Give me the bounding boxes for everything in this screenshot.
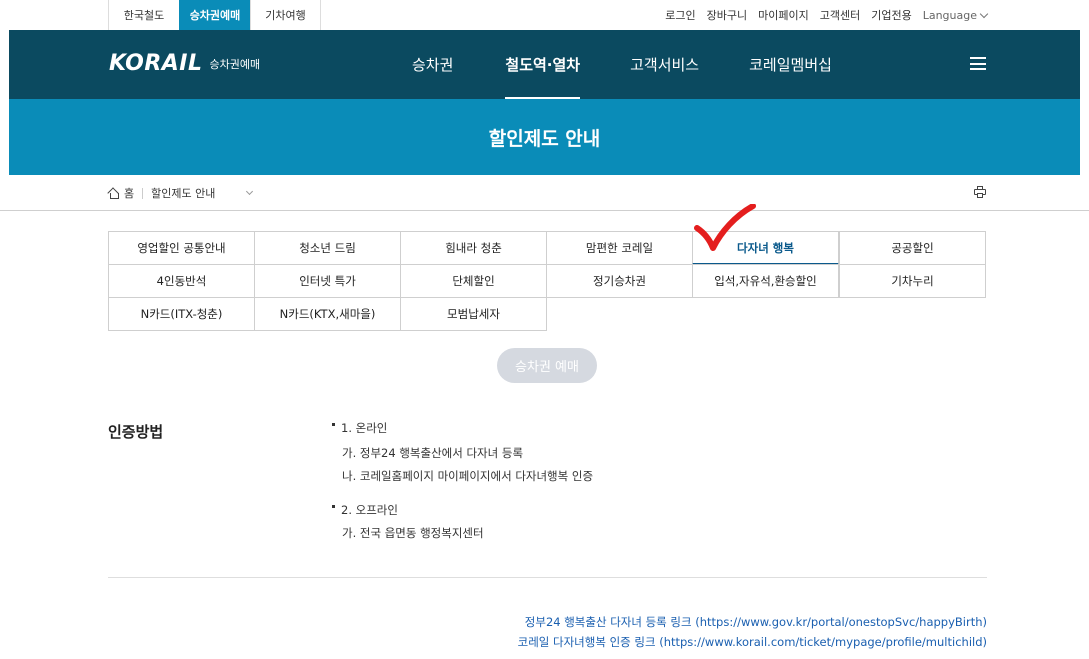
menu-membership[interactable]: 코레일멤버십 [749,30,832,99]
menu-customer-service[interactable]: 고객서비스 [630,30,699,99]
cart-link[interactable]: 장바구니 [707,7,747,23]
breadcrumb: 홈 할인제도 안내 [0,175,1089,211]
site-tabs: 한국철도 승차권예매 기차여행 [108,0,321,30]
page-banner: 할인제도 안내 [9,99,1080,175]
section-divider [108,577,987,578]
tab-common-discount[interactable]: 영업할인 공통안내 [108,231,255,265]
language-label: Language [922,8,977,22]
breadcrumb-current: 할인제도 안내 [151,187,216,200]
tab-group-discount[interactable]: 단체할인 [400,264,547,298]
site-tab-ticket[interactable]: 승차권예매 [179,0,250,30]
tab-internet-special[interactable]: 인터넷 특가 [254,264,401,298]
korail-logo[interactable]: KORAIL 승차권예매 [109,51,260,76]
section-title: 인증방법 [108,423,164,441]
print-icon[interactable] [974,186,986,198]
chevron-down-icon [979,9,989,18]
tab-standing-free-transfer[interactable]: 입석,자유석,환승할인 [692,264,839,298]
tab-family-seat[interactable]: 4인동반석 [108,264,255,298]
tab-youth-dream[interactable]: 청소년 드림 [254,231,401,265]
tab-ncard-ktx[interactable]: N카드(KTX,새마을) [254,297,401,331]
login-link[interactable]: 로그인 [665,7,695,23]
bullet-icon [332,505,335,508]
breadcrumb-home[interactable]: 홈 [124,185,134,201]
reference-links: 정부24 행복출산 다자녀 등록 링크 (https://www.gov.kr/… [518,612,987,652]
main-navigation: KORAIL 승차권예매 승차권 철도역·열차 고객서비스 코레일멤버십 [9,30,1080,99]
korail-multichild-link[interactable]: 코레일 다자녀행복 인증 링크 (https://www.korail.com/… [518,632,987,652]
tab-gichanuri[interactable]: 기차누리 [839,264,986,298]
tab-model-taxpayer[interactable]: 모범납세자 [400,297,547,331]
bullet-icon [332,423,335,426]
offline-item-1: 가. 전국 읍면동 행정복지센터 [342,526,484,540]
offline-heading-text: 2. 오프라인 [341,503,398,517]
site-tab-travel[interactable]: 기차여행 [250,0,321,30]
online-heading-text: 1. 온라인 [341,421,388,435]
tab-cheer-up-youth[interactable]: 힘내라 청춘 [400,231,547,265]
breadcrumb-dropdown[interactable]: 할인제도 안내 [151,185,254,201]
online-item-2: 나. 코레일홈페이지 마이페이지에서 다자녀행복 인증 [342,469,594,483]
tab-season-ticket[interactable]: 정기승차권 [546,264,693,298]
hamburger-menu-icon[interactable] [970,57,986,70]
breadcrumb-path: 홈 할인제도 안내 [108,175,254,211]
checkmark-icon [694,204,756,251]
page-title: 할인제도 안내 [488,127,601,150]
menu-station-train[interactable]: 철도역·열차 [505,30,580,99]
breadcrumb-separator [142,187,144,199]
online-heading: 1. 온라인 [332,420,387,436]
tab-comfortable-korail[interactable]: 맘편한 코레일 [546,231,693,265]
logo-wordmark: KORAIL [109,51,203,76]
language-select[interactable]: Language [922,8,989,22]
business-link[interactable]: 기업전용 [871,7,911,23]
gov24-link[interactable]: 정부24 행복출산 다자녀 등록 링크 (https://www.gov.kr/… [518,612,987,632]
site-tab-korail[interactable]: 한국철도 [108,0,179,30]
home-icon[interactable] [108,188,119,199]
mypage-link[interactable]: 마이페이지 [758,7,809,23]
menu-ticket[interactable]: 승차권 [412,30,453,99]
util-links: 로그인 장바구니 마이페이지 고객센터 기업전용 Language [665,0,989,30]
customer-center-link[interactable]: 고객센터 [820,7,860,23]
tab-public-discount[interactable]: 공공할인 [839,231,986,265]
online-item-1: 가. 정부24 행복출산에서 다자녀 등록 [342,446,524,460]
top-utility-bar: 한국철도 승차권예매 기차여행 로그인 장바구니 마이페이지 고객센터 기업전용… [0,0,1089,30]
main-menu: 승차권 철도역·열차 고객서비스 코레일멤버십 [379,30,832,99]
logo-subtitle: 승차권예매 [209,57,261,71]
chevron-down-icon [246,187,254,196]
reserve-ticket-button[interactable]: 승차권 예매 [497,348,597,383]
tab-ncard-itx[interactable]: N카드(ITX-청춘) [108,297,255,331]
offline-heading: 2. 오프라인 [332,502,398,518]
